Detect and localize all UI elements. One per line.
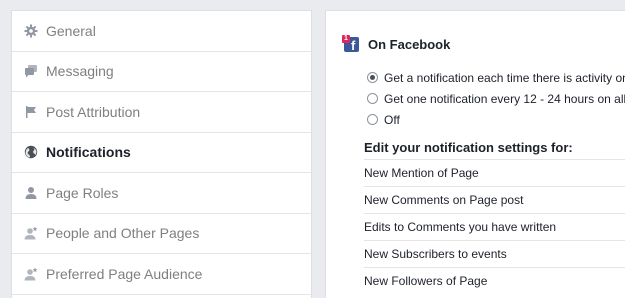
person-icon [24,186,38,200]
sidebar-item-post-attribution[interactable]: Post Attribution [12,92,311,133]
notifications-panel: f 1 On Facebook Get a notification each … [325,10,625,298]
sidebar-item-general[interactable]: General [12,11,311,52]
flag-icon [24,105,38,119]
radio-option-each-activity[interactable]: Get a notification each time there is ac… [367,67,625,88]
sidebar-item-label: Notifications [46,144,131,161]
radio-label: Get one notification every 12 - 24 hours… [384,91,625,106]
person-star-icon [24,267,38,281]
radio-label: Get a notification each time there is ac… [384,70,625,85]
section-header: f 1 On Facebook [342,35,450,53]
radio-option-off[interactable]: Off [367,109,625,130]
notification-badge: 1 [342,35,350,43]
sidebar-item-label: Post Attribution [46,103,141,120]
radio-option-digest[interactable]: Get one notification every 12 - 24 hours… [367,88,625,109]
sidebar-item-label: People and Other Pages [46,225,200,242]
sidebar-item-page-roles[interactable]: Page Roles [12,173,311,214]
globe-icon [24,145,38,159]
notification-settings-list: New Mention of Page New Comments on Page… [364,159,625,294]
sidebar-item-messaging[interactable]: Messaging [12,52,311,92]
sidebar-item-label: General [46,22,96,39]
sidebar-item-notifications[interactable]: Notifications [12,133,311,173]
section-title: On Facebook [368,36,451,52]
radio-button-checked[interactable] [367,72,378,83]
sidebar-item-people-and-other-pages[interactable]: People and Other Pages [12,214,311,254]
sidebar-item-preferred-page-audience[interactable]: Preferred Page Audience [12,254,311,295]
edit-settings-heading: Edit your notification settings for: [364,140,573,155]
radio-button[interactable] [367,114,378,125]
settings-sidebar: General Messaging Post Attribution Notif… [11,10,312,298]
gear-icon [24,24,38,38]
setting-comment-edits[interactable]: Edits to Comments you have written [364,213,625,240]
chat-bubbles-icon [24,64,38,78]
notification-frequency-options: Get a notification each time there is ac… [367,67,625,130]
facebook-notification-icon: f 1 [342,35,360,53]
setting-new-followers[interactable]: New Followers of Page [364,267,625,294]
page: General Messaging Post Attribution Notif… [0,0,625,298]
sidebar-item-label: Messaging [46,63,114,80]
sidebar-item-label: Preferred Page Audience [46,265,203,282]
setting-new-comments[interactable]: New Comments on Page post [364,186,625,213]
person-star-icon [24,226,38,240]
sidebar-item-label: Page Roles [46,184,119,201]
setting-event-subscribers[interactable]: New Subscribers to events [364,240,625,267]
radio-button[interactable] [367,93,378,104]
facebook-f-glyph: f [351,38,356,53]
setting-new-mention[interactable]: New Mention of Page [364,159,625,186]
radio-label: Off [384,112,400,127]
